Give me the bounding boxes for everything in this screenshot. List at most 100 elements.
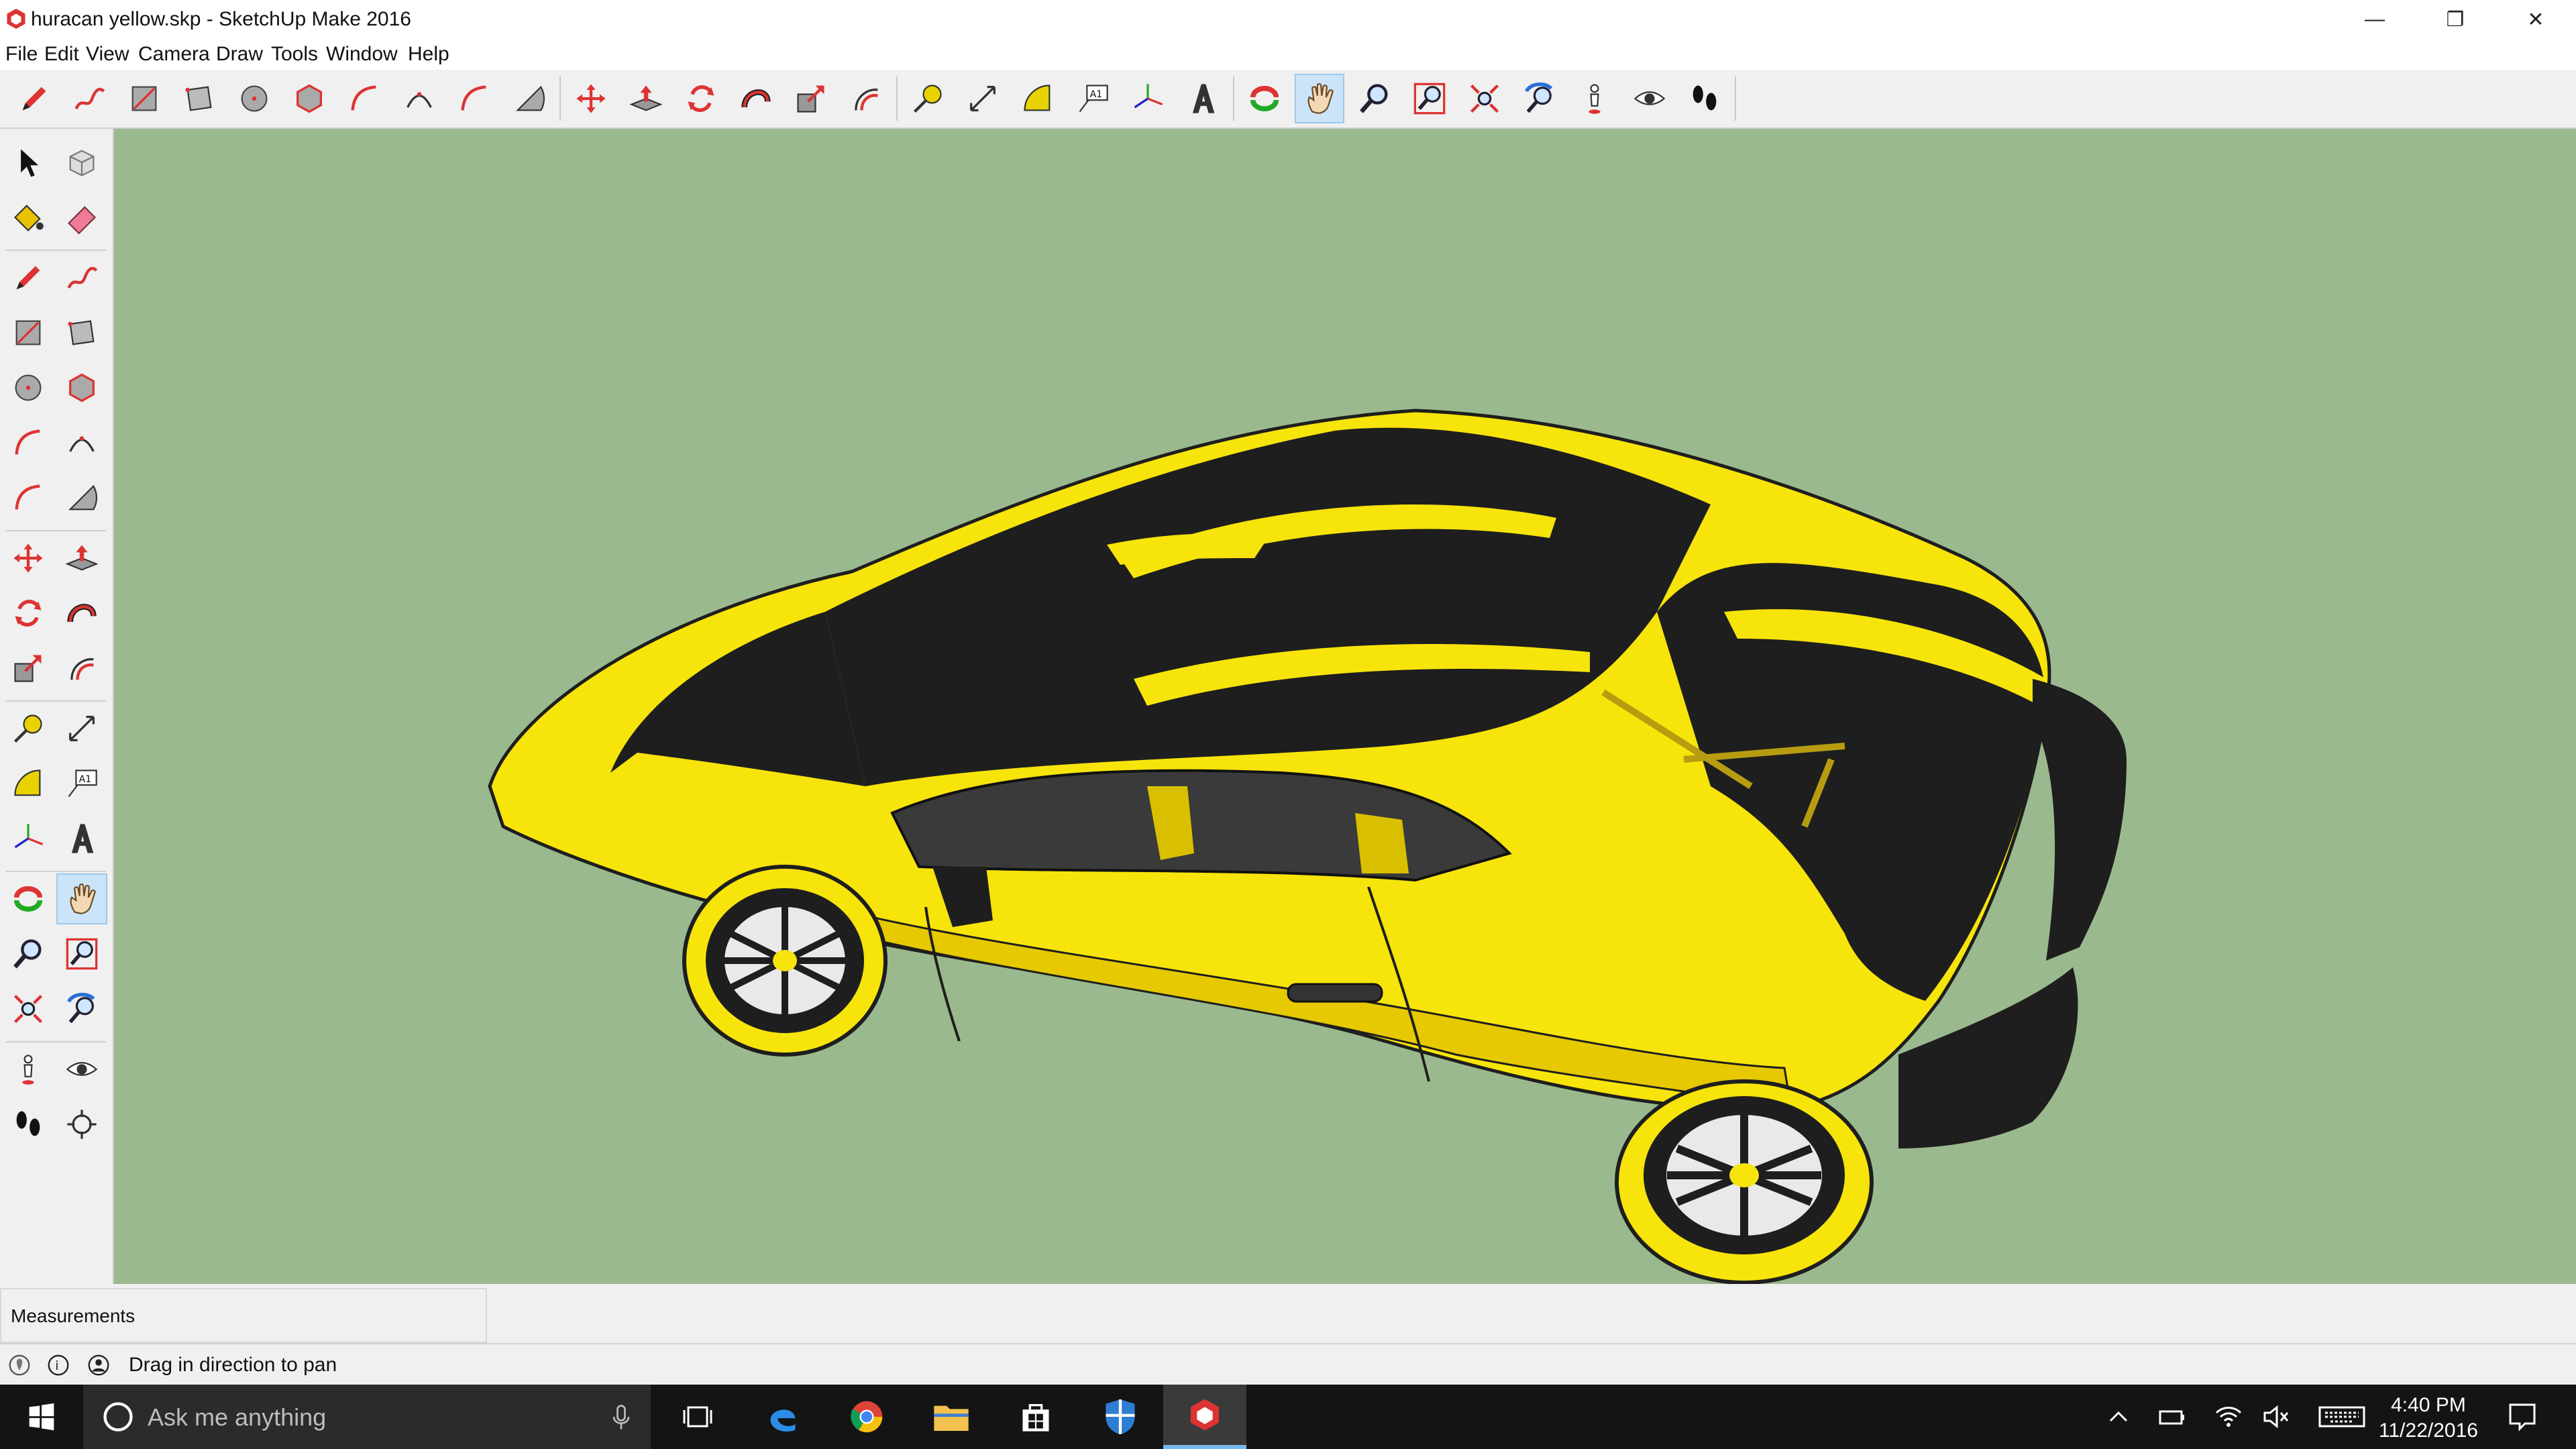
- action-center-button[interactable]: [2506, 1401, 2538, 1433]
- defender-button[interactable]: [1079, 1385, 1162, 1449]
- orbit-tool-button[interactable]: [4, 875, 52, 923]
- pan-tool-button[interactable]: [1295, 74, 1344, 123]
- previous-view-button[interactable]: [58, 985, 106, 1033]
- geolocation-icon[interactable]: [7, 1352, 32, 1378]
- account-icon[interactable]: [86, 1352, 111, 1378]
- tape-measure-tool-button[interactable]: [904, 75, 951, 122]
- cortana-search-box[interactable]: Ask me anything: [83, 1385, 651, 1449]
- select-tool-button[interactable]: [4, 138, 52, 186]
- walk-tool-button[interactable]: [1681, 75, 1728, 122]
- file-explorer-button[interactable]: [910, 1385, 993, 1449]
- three-point-arc-tool-button[interactable]: [4, 474, 52, 522]
- circle-tool-button[interactable]: [231, 75, 278, 122]
- microphone-icon[interactable]: [606, 1402, 636, 1432]
- text-tool-button[interactable]: [1069, 75, 1116, 122]
- follow-me-tool-button[interactable]: [58, 589, 106, 637]
- move-tool-button[interactable]: [568, 75, 614, 122]
- zoom-tool-button[interactable]: [4, 930, 52, 978]
- dimension-tool-button[interactable]: [58, 704, 106, 753]
- look-around-tool-button[interactable]: [1626, 75, 1673, 122]
- follow-me-tool-button[interactable]: [733, 75, 780, 122]
- menu-tools[interactable]: Tools: [271, 42, 318, 67]
- 3d-text-tool-button[interactable]: [58, 814, 106, 863]
- chrome-browser-button[interactable]: [825, 1385, 908, 1449]
- scale-tool-button[interactable]: [788, 75, 835, 122]
- task-view-button[interactable]: [656, 1385, 739, 1449]
- menu-camera[interactable]: Camera: [138, 42, 210, 67]
- position-camera-tool-button[interactable]: [4, 1045, 52, 1093]
- arc-tool-button[interactable]: [341, 75, 388, 122]
- pencil-tool-button[interactable]: [11, 75, 58, 122]
- model-viewport[interactable]: [114, 129, 2576, 1284]
- clock-date[interactable]: 11/22/2016: [2375, 1419, 2482, 1442]
- previous-view-button[interactable]: [1516, 75, 1563, 122]
- zoom-extents-tool-button[interactable]: [1461, 75, 1508, 122]
- rotate-tool-button[interactable]: [4, 589, 52, 637]
- battery-tray-button[interactable]: [2156, 1401, 2188, 1433]
- dimension-tool-button[interactable]: [959, 75, 1006, 122]
- wifi-tray-button[interactable]: [2212, 1401, 2245, 1433]
- pie-tool-button[interactable]: [58, 474, 106, 522]
- minimize-button[interactable]: —: [2334, 0, 2415, 39]
- freehand-tool-button[interactable]: [66, 75, 113, 122]
- zoom-extents-tool-button[interactable]: [4, 985, 52, 1033]
- scale-tool-button[interactable]: [4, 644, 52, 692]
- clock-time[interactable]: 4:40 PM: [2388, 1394, 2469, 1417]
- menu-edit[interactable]: Edit: [44, 42, 79, 67]
- paint-bucket-tool-button[interactable]: [4, 193, 52, 241]
- touch-keyboard-button[interactable]: [2317, 1401, 2367, 1433]
- rotated-rectangle-tool-button[interactable]: [58, 309, 106, 357]
- rectangle-tool-button[interactable]: [121, 75, 168, 122]
- zoom-tool-button[interactable]: [1351, 75, 1398, 122]
- look-around-tool-button[interactable]: [58, 1045, 106, 1093]
- store-button[interactable]: [994, 1385, 1077, 1449]
- tape-measure-tool-button[interactable]: [4, 704, 52, 753]
- menu-file[interactable]: File: [5, 42, 38, 67]
- start-button[interactable]: [0, 1385, 83, 1449]
- measurements-input[interactable]: [216, 1299, 480, 1338]
- move-tool-button[interactable]: [4, 534, 52, 582]
- close-button[interactable]: ✕: [2496, 0, 2576, 39]
- pan-tool-button[interactable]: [56, 873, 107, 924]
- push-pull-tool-button[interactable]: [623, 75, 669, 122]
- axes-tool-button[interactable]: [1124, 75, 1171, 122]
- polygon-tool-button[interactable]: [58, 364, 106, 412]
- two-point-arc-tool-button[interactable]: [58, 419, 106, 467]
- offset-tool-button[interactable]: [58, 644, 106, 692]
- section-plane-tool-button[interactable]: [58, 1100, 106, 1148]
- axes-tool-button[interactable]: [4, 814, 52, 863]
- circle-tool-button[interactable]: [4, 364, 52, 412]
- freehand-tool-button[interactable]: [58, 254, 106, 302]
- walk-tool-button[interactable]: [4, 1100, 52, 1148]
- orbit-tool-button[interactable]: [1241, 75, 1288, 122]
- rectangle-tool-button[interactable]: [4, 309, 52, 357]
- three-point-arc-tool-button[interactable]: [451, 75, 498, 122]
- arc-tool-button[interactable]: [4, 419, 52, 467]
- polygon-tool-button[interactable]: [286, 75, 333, 122]
- make-component-button[interactable]: [58, 138, 106, 186]
- text-tool-button[interactable]: [58, 759, 106, 808]
- protractor-tool-button[interactable]: [4, 759, 52, 808]
- eraser-tool-button[interactable]: [58, 193, 106, 241]
- rotate-tool-button[interactable]: [678, 75, 724, 122]
- menu-view[interactable]: View: [86, 42, 129, 67]
- pencil-tool-button[interactable]: [4, 254, 52, 302]
- offset-tool-button[interactable]: [843, 75, 890, 122]
- show-hidden-icons-button[interactable]: [2102, 1401, 2135, 1433]
- rotated-rectangle-tool-button[interactable]: [176, 75, 223, 122]
- credits-icon[interactable]: i: [46, 1352, 71, 1378]
- menu-help[interactable]: Help: [408, 42, 449, 67]
- edge-browser-button[interactable]: [741, 1385, 824, 1449]
- push-pull-tool-button[interactable]: [58, 534, 106, 582]
- protractor-tool-button[interactable]: [1014, 75, 1061, 122]
- menu-window[interactable]: Window: [326, 42, 398, 67]
- menu-draw[interactable]: Draw: [216, 42, 263, 67]
- pie-tool-button[interactable]: [506, 75, 553, 122]
- two-point-arc-tool-button[interactable]: [396, 75, 443, 122]
- position-camera-tool-button[interactable]: [1571, 75, 1618, 122]
- zoom-window-tool-button[interactable]: [58, 930, 106, 978]
- volume-tray-button[interactable]: [2261, 1401, 2293, 1433]
- 3d-text-tool-button[interactable]: [1179, 75, 1226, 122]
- sketchup-taskbar-button[interactable]: [1163, 1385, 1246, 1449]
- restore-button[interactable]: ❐: [2415, 0, 2496, 39]
